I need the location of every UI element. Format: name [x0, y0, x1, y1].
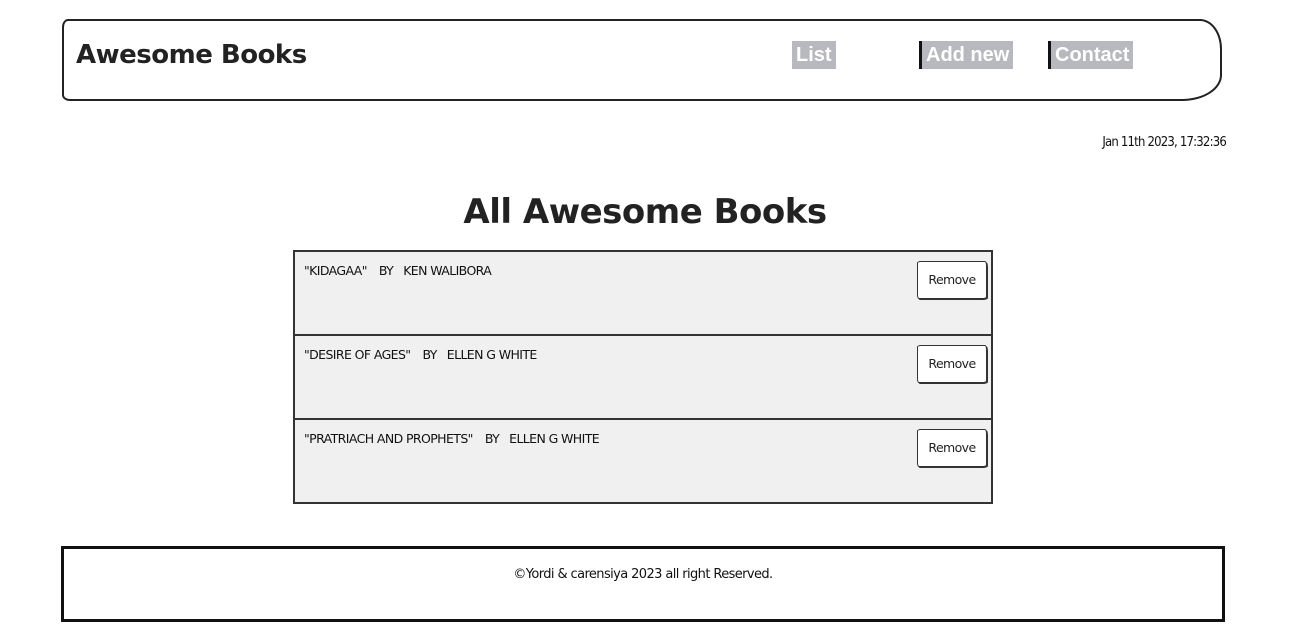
book-row: "Pratriach and Prophets" By Ellen G White …: [295, 420, 991, 504]
site-header: Awesome Books List Add new Contact: [62, 19, 1222, 101]
book-info: "Pratriach and Prophets" By Ellen G White: [304, 431, 600, 446]
book-info: "Desire of Ages" By Ellen G White: [304, 347, 537, 362]
book-author: Ken Walibora: [403, 263, 492, 278]
book-row: "Kidagaa" By Ken Walibora Remove: [295, 252, 991, 336]
by-label: By: [422, 347, 437, 362]
site-footer: ©Yordi & carensiya 2023 all right Reserv…: [61, 546, 1225, 622]
by-label: By: [378, 263, 394, 278]
book-row: "Desire of Ages" By Ellen G White Remove: [295, 336, 991, 420]
brand-logo: Awesome Books: [76, 40, 307, 70]
book-author: Ellen G White: [509, 431, 600, 446]
remove-button[interactable]: Remove: [917, 261, 987, 299]
book-info: "Kidagaa" By Ken Walibora: [304, 263, 492, 278]
footer-copyright: ©Yordi & carensiya 2023 all right Reserv…: [513, 567, 773, 582]
remove-button[interactable]: Remove: [917, 429, 987, 467]
book-list: "Kidagaa" By Ken Walibora Remove "Desire o…: [293, 250, 993, 504]
current-datetime: Jan 11th 2023, 17:32:36: [1102, 135, 1226, 150]
nav-link-add-new[interactable]: Add new: [919, 41, 1014, 69]
remove-button[interactable]: Remove: [917, 345, 987, 383]
book-title: "Desire of Ages": [304, 347, 411, 362]
nav-link-list[interactable]: List: [792, 41, 836, 69]
page-title: All Awesome Books: [463, 192, 827, 232]
by-label: By: [484, 431, 500, 446]
book-title: "Kidagaa": [304, 263, 367, 278]
book-author: Ellen G White: [446, 347, 537, 362]
book-title: "Pratriach and Prophets": [304, 431, 473, 446]
nav-link-contact[interactable]: Contact: [1048, 41, 1134, 69]
